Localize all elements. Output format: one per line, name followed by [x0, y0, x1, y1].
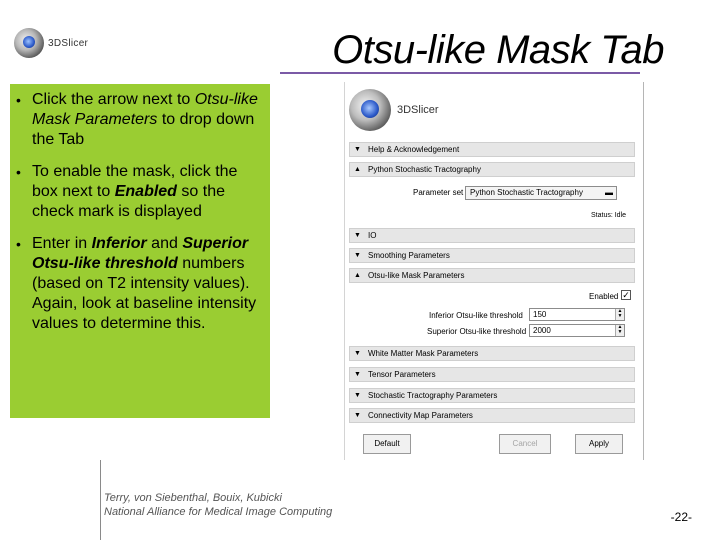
collapse-arrow-icon[interactable]: ▼: [354, 389, 368, 402]
section-smoothing[interactable]: ▼ Smoothing Parameters: [349, 248, 635, 263]
superior-threshold-input[interactable]: 2000 ▲ ▼: [529, 324, 625, 337]
section-help[interactable]: ▼ Help & Acknowledgement: [349, 142, 635, 157]
parameter-set-select[interactable]: Python Stochastic Tractography ▬: [465, 186, 617, 200]
cancel-button[interactable]: Cancel: [499, 434, 551, 454]
slide-logo: 3DSlicer: [14, 26, 110, 60]
bullet-icon: •: [16, 164, 21, 180]
inferior-threshold-input[interactable]: 150 ▲ ▼: [529, 308, 625, 321]
section-tensor[interactable]: ▼ Tensor Parameters: [349, 367, 635, 382]
instruction-bullet: • To enable the mask, click the box next …: [16, 162, 262, 222]
bullet-icon: •: [16, 236, 21, 252]
section-io[interactable]: ▼ IO: [349, 228, 635, 243]
section-white-matter[interactable]: ▼ White Matter Mask Parameters: [349, 346, 635, 361]
slicer-logo-icon: [14, 28, 44, 58]
slicer-module-panel: 3DSlicer ▼ Help & Acknowledgement ▲ Pyth…: [344, 82, 644, 460]
slicer-logo-icon: [349, 89, 391, 131]
footer-credits: Terry, von Siebenthal, Bouix, Kubicki Na…: [104, 491, 332, 519]
spin-arrows-icon[interactable]: ▲ ▼: [615, 309, 624, 320]
enabled-checkbox[interactable]: ✓: [621, 290, 631, 300]
collapse-arrow-icon[interactable]: ▼: [354, 249, 368, 262]
expand-arrow-icon[interactable]: ▲: [354, 269, 368, 282]
title-rule: [280, 72, 640, 74]
collapse-arrow-icon[interactable]: ▼: [354, 143, 368, 156]
collapse-arrow-icon[interactable]: ▼: [354, 409, 368, 422]
enabled-label: Enabled: [589, 292, 619, 301]
instruction-fragment: Enabled: [114, 183, 177, 200]
dropdown-caret-icon: ▬: [605, 188, 613, 197]
section-otsu-mask[interactable]: ▲ Otsu-like Mask Parameters: [349, 268, 635, 283]
panel-logo: 3DSlicer: [349, 88, 469, 132]
spin-arrows-icon[interactable]: ▲ ▼: [615, 325, 624, 336]
collapse-arrow-icon[interactable]: ▼: [354, 229, 368, 242]
checkmark-icon: ✓: [622, 290, 630, 300]
instruction-fragment: Enter in: [32, 235, 92, 252]
collapse-arrow-icon[interactable]: ▼: [354, 368, 368, 381]
slide-logo-text: 3DSlicer: [48, 37, 89, 49]
parameter-set-label: Parameter set: [413, 188, 464, 197]
slide-title: Otsu-like Mask Tab: [332, 28, 664, 72]
section-python-stochastic[interactable]: ▲ Python Stochastic Tractography: [349, 162, 635, 177]
page-number: -22-: [670, 510, 692, 524]
apply-button[interactable]: Apply: [575, 434, 623, 454]
section-connectivity-map[interactable]: ▼ Connectivity Map Parameters: [349, 408, 635, 423]
inferior-threshold-label: Inferior Otsu-like threshold: [429, 311, 523, 320]
footer-rule: [100, 460, 101, 540]
instruction-fragment: Click the arrow next to: [32, 91, 195, 108]
section-stochastic-tractography[interactable]: ▼ Stochastic Tractography Parameters: [349, 388, 635, 403]
instruction-bullet: • Enter in Inferior and Superior Otsu-lik…: [16, 234, 262, 334]
footer-org: National Alliance for Medical Image Comp…: [104, 506, 333, 518]
default-button[interactable]: Default: [363, 434, 411, 454]
superior-threshold-label: Superior Otsu-like threshold: [427, 327, 527, 336]
status-text: Status: Idle: [591, 212, 627, 219]
instruction-bullet: • Click the arrow next to Otsu-like Mask …: [16, 90, 262, 150]
bullet-icon: •: [16, 92, 21, 108]
instruction-text: To enable the mask, click the box next t…: [32, 162, 262, 222]
instruction-fragment: Inferior: [91, 235, 147, 252]
instruction-text: Click the arrow next to Otsu-like Mask P…: [32, 90, 262, 150]
instruction-text: Enter in Inferior and Superior Otsu-like…: [32, 234, 262, 334]
panel-logo-text: 3DSlicer: [397, 104, 439, 116]
collapse-arrow-icon[interactable]: ▼: [354, 347, 368, 360]
instruction-box: • Click the arrow next to Otsu-like Mask …: [10, 84, 270, 418]
expand-arrow-icon[interactable]: ▲: [354, 163, 368, 176]
footer-authors: Terry, von Siebenthal, Bouix, Kubicki: [104, 492, 282, 504]
instruction-fragment: and: [146, 235, 183, 252]
